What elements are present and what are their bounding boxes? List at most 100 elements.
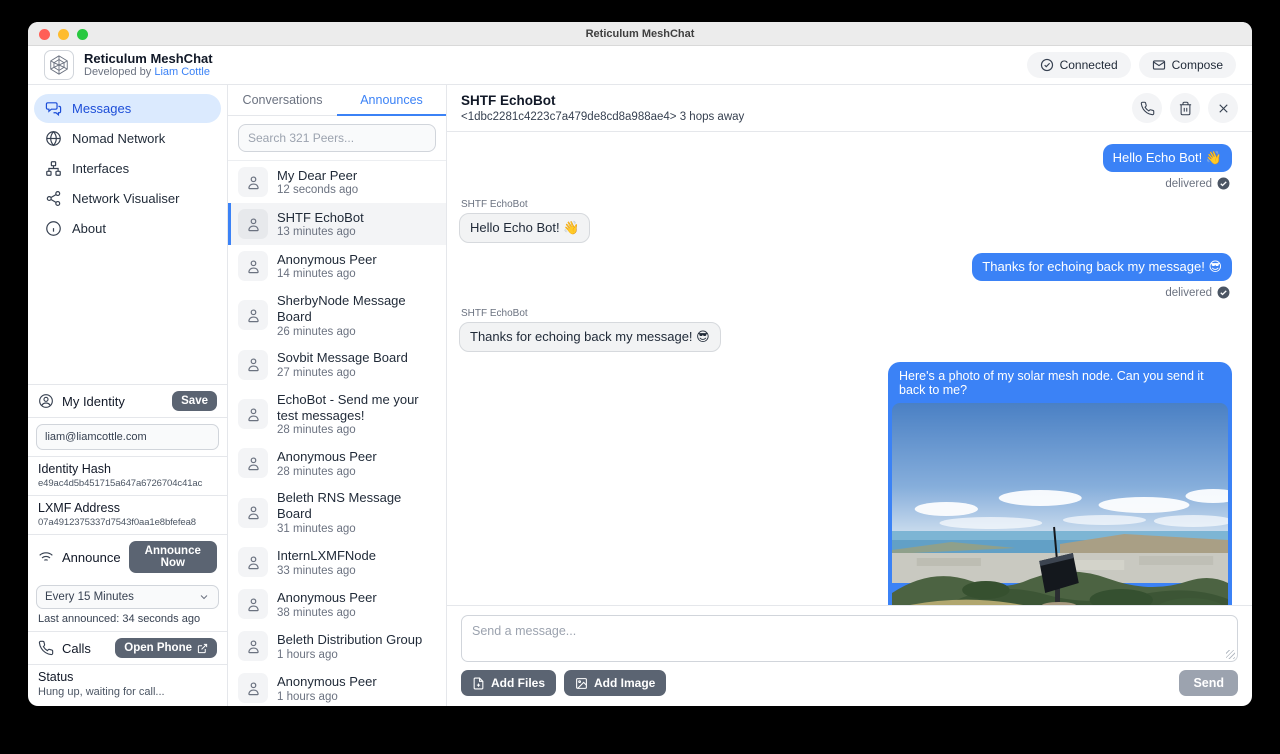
peer-list-item[interactable]: EchoBot - Send me your test messages! 28… — [228, 386, 446, 443]
close-icon — [1216, 101, 1231, 116]
add-files-button[interactable]: Add Files — [461, 670, 556, 696]
titlebar: Reticulum MeshChat — [28, 22, 1252, 46]
delivery-status: delivered — [1165, 286, 1230, 299]
sidebar-item-network-visualiser[interactable]: Network Visualiser — [34, 184, 221, 213]
person-avatar-icon — [238, 300, 268, 330]
sidebar-item-messages[interactable]: Messages — [34, 94, 221, 123]
zoom-window-button[interactable] — [77, 29, 88, 40]
peer-list-item[interactable]: Anonymous Peer 28 minutes ago — [228, 442, 446, 484]
close-window-button[interactable] — [39, 29, 50, 40]
peer-list-item[interactable]: Anonymous Peer 38 minutes ago — [228, 583, 446, 625]
file-plus-icon — [472, 677, 485, 690]
message-history: Hello Echo Bot! 👋 delivered SHTF EchoBot… — [447, 132, 1252, 605]
open-phone-button[interactable]: Open Phone — [115, 638, 217, 658]
call-status-field: Status Hung up, waiting for call... — [28, 665, 227, 706]
peer-list-item[interactable]: InternLXMFNode 33 minutes ago — [228, 541, 446, 583]
developer-link[interactable]: Liam Cottle — [154, 66, 210, 78]
calls-row: Calls Open Phone — [28, 632, 227, 665]
phone-icon — [1140, 101, 1155, 116]
peer-name: InternLXMFNode — [277, 548, 376, 564]
peer-name: SHTF EchoBot — [277, 210, 364, 226]
peer-list-item[interactable]: SHTF EchoBot 13 minutes ago — [228, 203, 446, 245]
announce-interval-select[interactable]: Every 15 Minutes — [36, 585, 219, 609]
announce-row: Announce Announce Now — [28, 535, 227, 579]
add-image-button[interactable]: Add Image — [564, 670, 666, 696]
app-header: Reticulum MeshChat Developed by Liam Cot… — [28, 46, 1252, 85]
photo-attachment[interactable] — [892, 403, 1228, 605]
sidebar-item-interfaces[interactable]: Interfaces — [34, 154, 221, 183]
person-avatar-icon — [238, 547, 268, 577]
peer-list-item[interactable]: Beleth Distribution Group 1 hours ago — [228, 625, 446, 667]
announce-label: Announce — [62, 550, 121, 565]
person-avatar-icon — [238, 498, 268, 528]
minimize-window-button[interactable] — [58, 29, 69, 40]
peer-announce-time: 38 minutes ago — [277, 607, 377, 619]
graph-nodes-icon — [45, 190, 62, 207]
peer-list-item[interactable]: Anonymous Peer 14 minutes ago — [228, 245, 446, 287]
compose-button[interactable]: Compose — [1139, 52, 1236, 78]
peer-list-item[interactable]: My Dear Peer 12 seconds ago — [228, 161, 446, 203]
identity-panel: My Identity Save Identity Hash e49ac4d5b… — [28, 384, 227, 706]
person-avatar-icon — [238, 589, 268, 619]
chat-panel: SHTF EchoBot <1dbc2281c4223c7a479de8cd8a… — [447, 85, 1252, 706]
person-avatar-icon — [238, 448, 268, 478]
call-peer-button[interactable] — [1132, 93, 1162, 123]
app-window: Reticulum MeshChat Reticulum MeshChat De… — [28, 22, 1252, 706]
peer-list-item[interactable]: SherbyNode Message Board 26 minutes ago — [228, 287, 446, 344]
peer-list-item[interactable]: Beleth RNS Message Board 31 minutes ago — [228, 484, 446, 541]
sidebar: Messages Nomad Network Interfaces — [28, 85, 228, 706]
save-button[interactable]: Save — [172, 391, 217, 411]
chat-header: SHTF EchoBot <1dbc2281c4223c7a479de8cd8a… — [447, 85, 1252, 132]
display-name-input[interactable] — [36, 424, 219, 450]
delivery-status: delivered — [1165, 177, 1230, 190]
message-input[interactable] — [461, 615, 1238, 662]
delete-conversation-button[interactable] — [1170, 93, 1200, 123]
person-avatar-icon — [238, 673, 268, 703]
person-circle-icon — [38, 393, 54, 409]
close-chat-button[interactable] — [1208, 93, 1238, 123]
window-title: Reticulum MeshChat — [586, 28, 695, 40]
peer-list-item[interactable]: Anonymous Peer 1 hours ago — [228, 667, 446, 706]
tab-announces[interactable]: Announces — [337, 85, 446, 116]
peer-announce-time: 14 minutes ago — [277, 268, 377, 280]
identity-hash-label: Identity Hash — [38, 462, 217, 476]
peer-announce-time: 1 hours ago — [277, 649, 422, 661]
lxmf-address-field: LXMF Address 07a4912375337d7543f0aa1e8bf… — [28, 496, 227, 535]
person-avatar-icon — [238, 167, 268, 197]
delivered-check-icon — [1217, 177, 1230, 190]
lxmf-address-label: LXMF Address — [38, 501, 217, 515]
peer-announce-time: 13 minutes ago — [277, 226, 364, 238]
chat-peer-address: <1dbc2281c4223c7a479de8cd8a988ae4> 3 hop… — [461, 111, 744, 123]
peer-announce-time: 26 minutes ago — [277, 326, 436, 338]
delivered-check-icon — [1217, 286, 1230, 299]
sidebar-item-nomad-network[interactable]: Nomad Network — [34, 124, 221, 153]
peer-announce-time: 28 minutes ago — [277, 424, 436, 436]
check-circle-icon — [1040, 58, 1054, 72]
peer-name: EchoBot - Send me your test messages! — [277, 392, 436, 424]
tab-conversations[interactable]: Conversations — [228, 85, 337, 116]
status-value: Hung up, waiting for call... — [38, 686, 217, 698]
sidebar-item-about[interactable]: About — [34, 214, 221, 243]
connected-status-badge[interactable]: Connected — [1027, 52, 1131, 78]
announce-now-button[interactable]: Announce Now — [129, 541, 217, 573]
peer-name: SherbyNode Message Board — [277, 293, 436, 325]
image-icon — [575, 677, 588, 690]
peer-announce-time: 1 hours ago — [277, 691, 377, 703]
lxmf-address-value: 07a4912375337d7543f0aa1e8bfefea8 — [38, 517, 217, 528]
peer-list-panel: Conversations Announces My Dear Peer — [228, 85, 447, 706]
peer-name: Anonymous Peer — [277, 590, 377, 606]
peer-announce-time: 27 minutes ago — [277, 367, 408, 379]
photo-caption: Here's a photo of my solar mesh node. Ca… — [892, 366, 1228, 403]
last-announced-text: Last announced: 34 seconds ago — [28, 613, 227, 632]
peer-announce-time: 12 seconds ago — [277, 184, 358, 196]
person-avatar-icon — [238, 251, 268, 281]
peer-items-list: My Dear Peer 12 seconds ago SHTF EchoBot… — [228, 161, 446, 706]
send-button[interactable]: Send — [1179, 670, 1238, 696]
chevron-down-icon — [198, 591, 210, 603]
peer-name: Sovbit Message Board — [277, 350, 408, 366]
peer-list-item[interactable]: Sovbit Message Board 27 minutes ago — [228, 344, 446, 386]
person-avatar-icon — [238, 350, 268, 380]
peer-search-input[interactable] — [238, 124, 436, 152]
outgoing-message-bubble: Hello Echo Bot! 👋 — [1103, 144, 1232, 172]
outgoing-message-bubble: Thanks for echoing back my message! 😎 — [972, 253, 1232, 281]
